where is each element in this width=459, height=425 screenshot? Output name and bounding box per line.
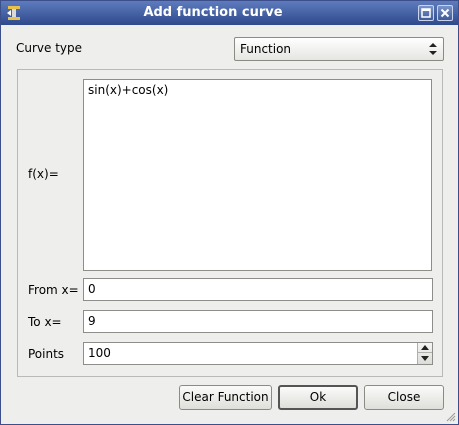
close-window-button[interactable] [437, 5, 453, 21]
from-label: From x= [28, 283, 79, 297]
title-bar[interactable]: Add function curve [1, 1, 458, 25]
chevron-up-icon [421, 345, 429, 350]
function-label: f(x)= [28, 167, 59, 181]
to-input[interactable]: 9 [83, 310, 433, 333]
function-input[interactable]: sin(x)+cos(x) [83, 79, 432, 271]
curve-type-value: Function [240, 42, 292, 56]
dialog-window: Add function curve Curve type Function f… [0, 0, 459, 425]
resize-grip-icon[interactable] [444, 410, 456, 422]
from-input[interactable]: 0 [83, 278, 433, 301]
spin-buttons [417, 343, 432, 364]
maximize-icon [421, 8, 431, 18]
window-title: Add function curve [143, 5, 283, 20]
updown-arrows-icon [429, 43, 437, 55]
points-value: 100 [88, 346, 111, 360]
points-label: Points [28, 347, 65, 361]
points-spinbox[interactable]: 100 [83, 342, 433, 365]
to-label: To x= [28, 315, 62, 329]
curve-type-label: Curve type [16, 41, 83, 55]
maximize-button[interactable] [418, 5, 434, 21]
chevron-down-icon [421, 355, 429, 361]
clear-function-button[interactable]: Clear Function [179, 385, 272, 410]
spin-down-button[interactable] [418, 353, 432, 363]
curve-type-select[interactable]: Function [234, 37, 444, 61]
close-button[interactable]: Close [364, 385, 444, 410]
spin-up-button[interactable] [418, 343, 432, 353]
ok-button[interactable]: Ok [278, 385, 358, 410]
close-icon [440, 8, 450, 18]
